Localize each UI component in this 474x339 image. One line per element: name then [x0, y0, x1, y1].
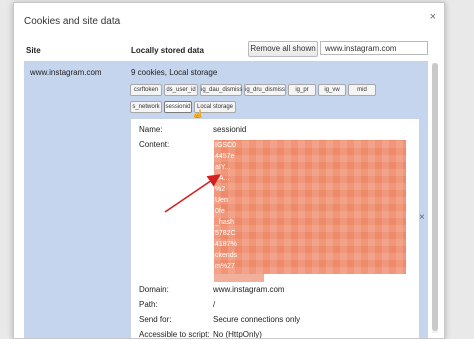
annotation-arrow	[164, 174, 221, 213]
